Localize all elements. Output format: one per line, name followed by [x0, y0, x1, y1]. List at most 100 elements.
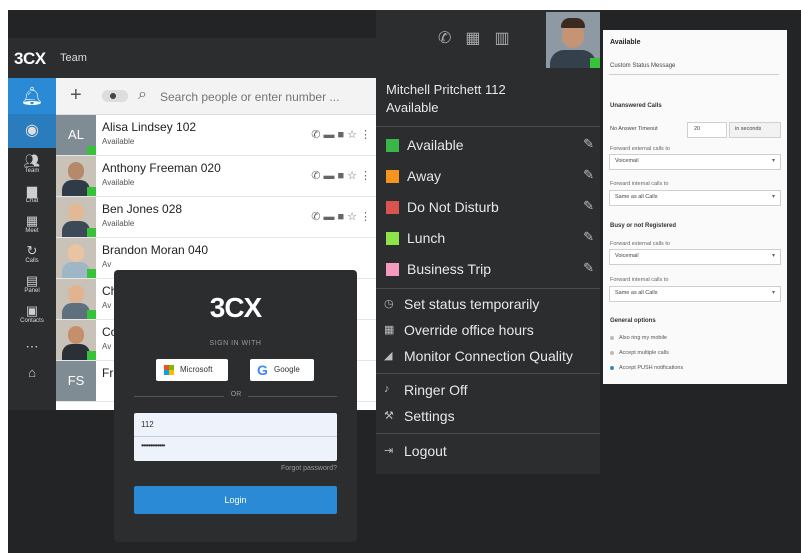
user-name: Mitchell Pritchett 112 [386, 82, 506, 97]
contact-actions[interactable]: ✆▬■☆⋮ [311, 210, 374, 223]
divider [134, 436, 337, 437]
option-ring-mobile[interactable]: Also ring my mobile [610, 335, 667, 341]
checkbox[interactable] [610, 335, 614, 340]
search-input[interactable] [158, 86, 372, 108]
dialpad-icon[interactable]: ▦ [465, 30, 494, 47]
checkbox[interactable] [610, 365, 614, 370]
busy-external-select[interactable]: Voicemail ▾ [609, 249, 781, 265]
nav-chat[interactable]: ▆ Chat [8, 184, 56, 205]
contact-name: Fr [102, 366, 114, 380]
presence-indicator [87, 187, 96, 196]
forward-external-label: Forward external calls to [610, 146, 670, 152]
forward-internal-select[interactable]: Same as all Calls ▾ [609, 190, 781, 206]
contact-row[interactable]: Ben Jones 028 Available ✆▬■☆⋮ [56, 197, 376, 238]
microsoft-signin-button[interactable]: Microsoft [156, 359, 228, 381]
contact-row[interactable]: Anthony Freeman 020 Available ✆▬■☆⋮ [56, 156, 376, 197]
nav-chrome[interactable]: ◉ [8, 114, 56, 148]
busy-heading: Busy or not Registered [610, 223, 677, 229]
profile-avatar[interactable] [546, 12, 600, 68]
building-icon: ▦ [384, 324, 395, 336]
forgot-password-link[interactable]: Forgot password? [281, 465, 337, 472]
avatar-initials: AL [68, 127, 84, 142]
no-answer-timeout-input[interactable]: 20 [687, 122, 727, 138]
forward-external-value: Voicemail [615, 158, 639, 164]
forward-external-select[interactable]: Voicemail ▾ [609, 154, 781, 170]
menu-monitor-connection-quality[interactable]: ◢ Monitor Connection Quality [384, 345, 596, 367]
status-option-away[interactable]: Away ✎ [386, 163, 596, 189]
avatar [56, 156, 96, 196]
menu-label: Settings [404, 408, 455, 424]
general-options-heading: General options [610, 318, 656, 324]
nav-panel-label: Panel [24, 288, 40, 294]
nav-home[interactable]: ⌂ [8, 366, 56, 380]
menu-ringer-off[interactable]: ♪ Ringer Off [384, 379, 596, 401]
menu-set-status-temporarily[interactable]: ◷ Set status temporarily [384, 293, 596, 315]
nav-more[interactable]: ⋯ [8, 340, 56, 354]
checkbox[interactable] [610, 350, 614, 355]
presence-toggle[interactable] [102, 90, 128, 102]
google-signin-button[interactable]: G Google [250, 359, 314, 381]
pencil-icon[interactable]: ✎ [583, 198, 594, 214]
nav-calls[interactable]: ↻ Calls [8, 244, 56, 265]
credentials-box: 112 ••••••••••••• [134, 413, 337, 461]
book-icon[interactable]: ▥ [495, 30, 524, 47]
nav-meet[interactable]: ▦ Meet [8, 213, 56, 235]
pencil-icon[interactable]: ✎ [583, 167, 594, 183]
status-option-label: Business Trip [407, 261, 492, 277]
contact-row[interactable]: AL Alisa Lindsey 102 Available ✆▬■☆⋮ [56, 115, 376, 156]
top-icons: ✆▦▥ [438, 28, 524, 48]
option-push-notifications[interactable]: Accept PUSH notifications [610, 365, 683, 371]
sign-in-with-label: SIGN IN WITH [209, 340, 262, 347]
password-field[interactable]: ••••••••••••• [141, 441, 165, 450]
menu-override-office-hours[interactable]: ▦ Override office hours [384, 319, 596, 341]
presence-indicator [87, 310, 96, 319]
caret-down-icon: ▾ [771, 158, 775, 164]
contact-status: Av [102, 342, 112, 351]
settings-title: Available [610, 39, 641, 46]
pencil-icon[interactable]: ✎ [583, 229, 594, 245]
microsoft-icon [164, 365, 174, 375]
contact-actions[interactable]: ✆▬■☆⋮ [311, 169, 374, 182]
status-option-lunch[interactable]: Lunch ✎ [386, 225, 596, 251]
contact-status: Available [102, 137, 135, 146]
nav-team[interactable]: 👥︎ Team [8, 154, 56, 175]
contacts-icon: ▣ [25, 303, 39, 318]
busy-internal-select[interactable]: Same as all Calls ▾ [609, 286, 781, 302]
nav-chat-label: Chat [25, 198, 39, 204]
team-header: 3CX Team [8, 38, 376, 78]
presence-indicator [87, 269, 96, 278]
option-multiple-calls[interactable]: Accept multiple calls [610, 350, 669, 356]
nav-notifications[interactable]: 🔔︎ [8, 78, 56, 114]
meet-icon: ▦ [25, 213, 39, 228]
or-label: OR [224, 391, 248, 398]
nav-contacts[interactable]: ▣ Contacts [8, 303, 56, 325]
nav-rail: 🔔︎ ◉ 👥︎ Team ▆ Chat ▦ Meet ↻ Calls ▤ Pan… [8, 78, 56, 410]
username-field[interactable]: 112 [141, 420, 154, 429]
pencil-icon[interactable]: ✎ [583, 136, 594, 152]
avatar-body [62, 180, 90, 196]
contact-name: Anthony Freeman 020 [102, 161, 221, 175]
custom-status-field[interactable]: Custom Status Message [609, 60, 779, 75]
status-option-dnd[interactable]: Do Not Disturb ✎ [386, 194, 596, 220]
add-icon[interactable]: + [70, 84, 82, 107]
wrench-icon: ⚒ [384, 410, 394, 422]
pencil-icon[interactable]: ✎ [583, 260, 594, 276]
avatar-head [68, 162, 84, 180]
menu-logout[interactable]: ⇥ Logout [384, 440, 596, 462]
divider [376, 126, 600, 127]
contact-actions[interactable]: ✆▬■☆⋮ [311, 128, 374, 141]
bell-icon: 🔔︎ [20, 86, 44, 106]
status-option-business-trip[interactable]: Business Trip ✎ [386, 256, 596, 282]
login-button[interactable]: Login [134, 486, 337, 514]
home-icon: ⌂ [28, 365, 36, 380]
avatar [56, 320, 96, 360]
no-answer-timeout-value: 20 [694, 126, 701, 132]
nav-panel[interactable]: ▤ Panel [8, 274, 56, 295]
divider [376, 288, 600, 289]
menu-settings[interactable]: ⚒ Settings [384, 405, 596, 427]
divider [376, 433, 600, 434]
phone-icon[interactable]: ✆ [438, 30, 465, 47]
busy-internal-value: Same as all Calls [615, 290, 658, 296]
status-option-available[interactable]: Available ✎ [386, 132, 596, 158]
avatar: AL [56, 115, 96, 155]
